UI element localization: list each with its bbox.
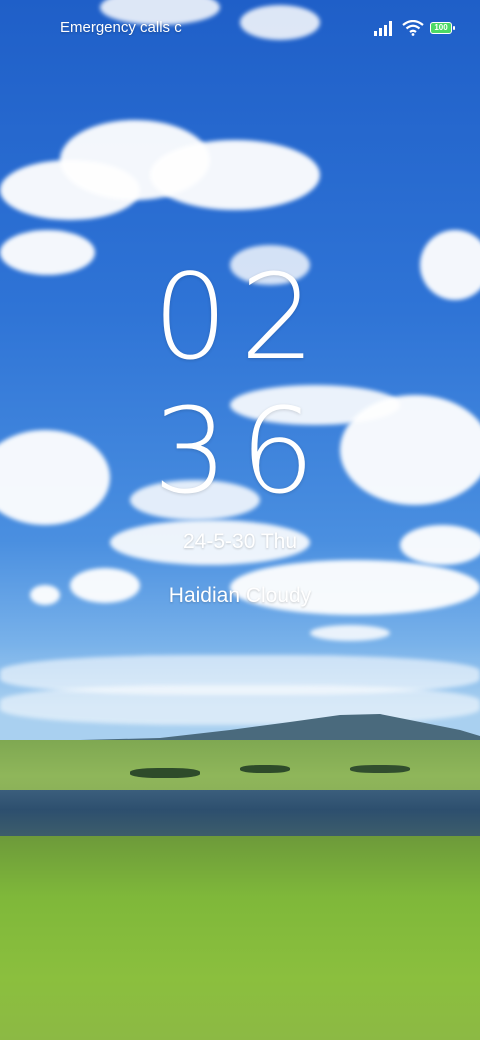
status-icons: 100 (374, 17, 455, 39)
wifi-icon (402, 20, 424, 36)
date-text: 24-5-30 Thu (182, 530, 298, 553)
status-bar: Emergency calls c 100 (0, 0, 480, 56)
battery-icon: 100 (430, 22, 455, 34)
battery-level: 100 (434, 23, 448, 32)
weather-text[interactable]: Haidian Cloudy (0, 584, 480, 608)
wallpaper-image (0, 0, 480, 1040)
emergency-calls-text: Emergency calls c (60, 19, 182, 36)
cellular-signal-icon (374, 21, 392, 36)
clock-hours: 02 (152, 248, 328, 386)
clock-minutes: 36 (152, 382, 328, 520)
lock-screen[interactable]: Emergency calls c 100 02 36 24-5-30 Thu … (0, 0, 480, 1040)
